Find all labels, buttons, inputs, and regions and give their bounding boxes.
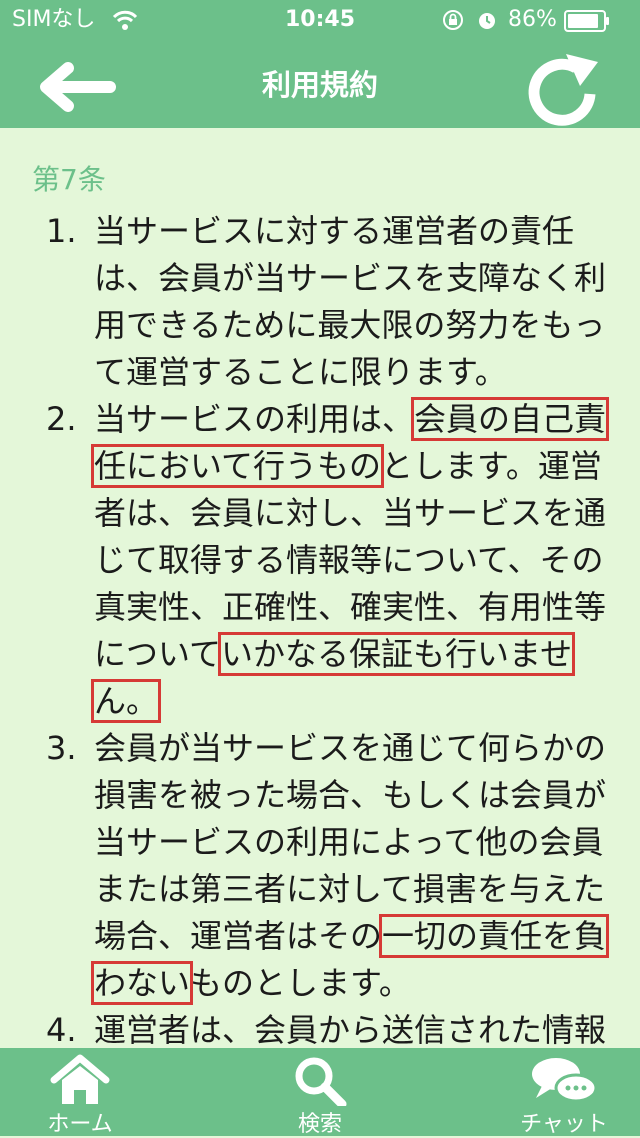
term-text: 運営者は、会員から送信された情報について適宜その内容の掲載可否を xyxy=(94,1011,607,1048)
tab-search[interactable]: 検索 xyxy=(240,1048,400,1137)
home-icon xyxy=(48,1054,112,1110)
term-item: 3. 会員が当サービスを通じて何らかの損害を被った場合、もしくは会員が当サービスの… xyxy=(0,725,614,1007)
term-text: ものとします。 xyxy=(190,964,411,1002)
refresh-button[interactable] xyxy=(524,50,604,130)
tab-bar: ホーム 検索 チャット xyxy=(0,1048,640,1137)
tab-home-label: ホーム xyxy=(47,1112,113,1137)
tab-chat[interactable]: チャット xyxy=(484,1048,640,1137)
tab-home[interactable]: ホーム xyxy=(0,1048,160,1137)
status-bar: SIMなし 10:45 86% xyxy=(0,0,640,40)
article-heading: 第7条 xyxy=(32,163,106,196)
term-number: 1. xyxy=(46,212,77,250)
battery-icon xyxy=(564,10,610,39)
term-text: 当サービスに対する運営者の責任は、会員が当サービスを支障なく利用できるために最大… xyxy=(94,212,607,391)
term-number: 3. xyxy=(46,729,77,767)
chat-icon xyxy=(528,1054,600,1112)
term-item: 1. 当サービスに対する運営者の責任は、会員が当サービスを支障なく利用できるために… xyxy=(0,208,614,396)
search-icon xyxy=(290,1054,350,1110)
alarm-icon xyxy=(476,9,498,38)
terms-list: 1. 当サービスに対する運営者の責任は、会員が当サービスを支障なく利用できるために… xyxy=(0,208,614,1048)
nav-bar: 利用規約 xyxy=(0,40,640,128)
terms-content[interactable]: 第7条 1. 当サービスに対する運営者の責任は、会員が当サービスを支障なく利用でき… xyxy=(0,128,640,1048)
term-text: 当サービスの利用は、 xyxy=(94,400,415,438)
term-number: 2. xyxy=(46,400,77,438)
term-number: 4. xyxy=(46,1011,77,1048)
refresh-icon xyxy=(528,54,598,126)
battery-percent: 86% xyxy=(508,7,557,32)
orientation-lock-icon xyxy=(442,9,464,38)
term-item: 2. 当サービスの利用は、会員の自己責任において行うものとします。運営者は、会員に… xyxy=(0,396,614,725)
term-item: 4. 運営者は、会員から送信された情報について適宜その内容の掲載可否を xyxy=(0,1007,614,1048)
tab-search-label: 検索 xyxy=(297,1112,342,1137)
tab-chat-label: チャット xyxy=(520,1112,608,1137)
